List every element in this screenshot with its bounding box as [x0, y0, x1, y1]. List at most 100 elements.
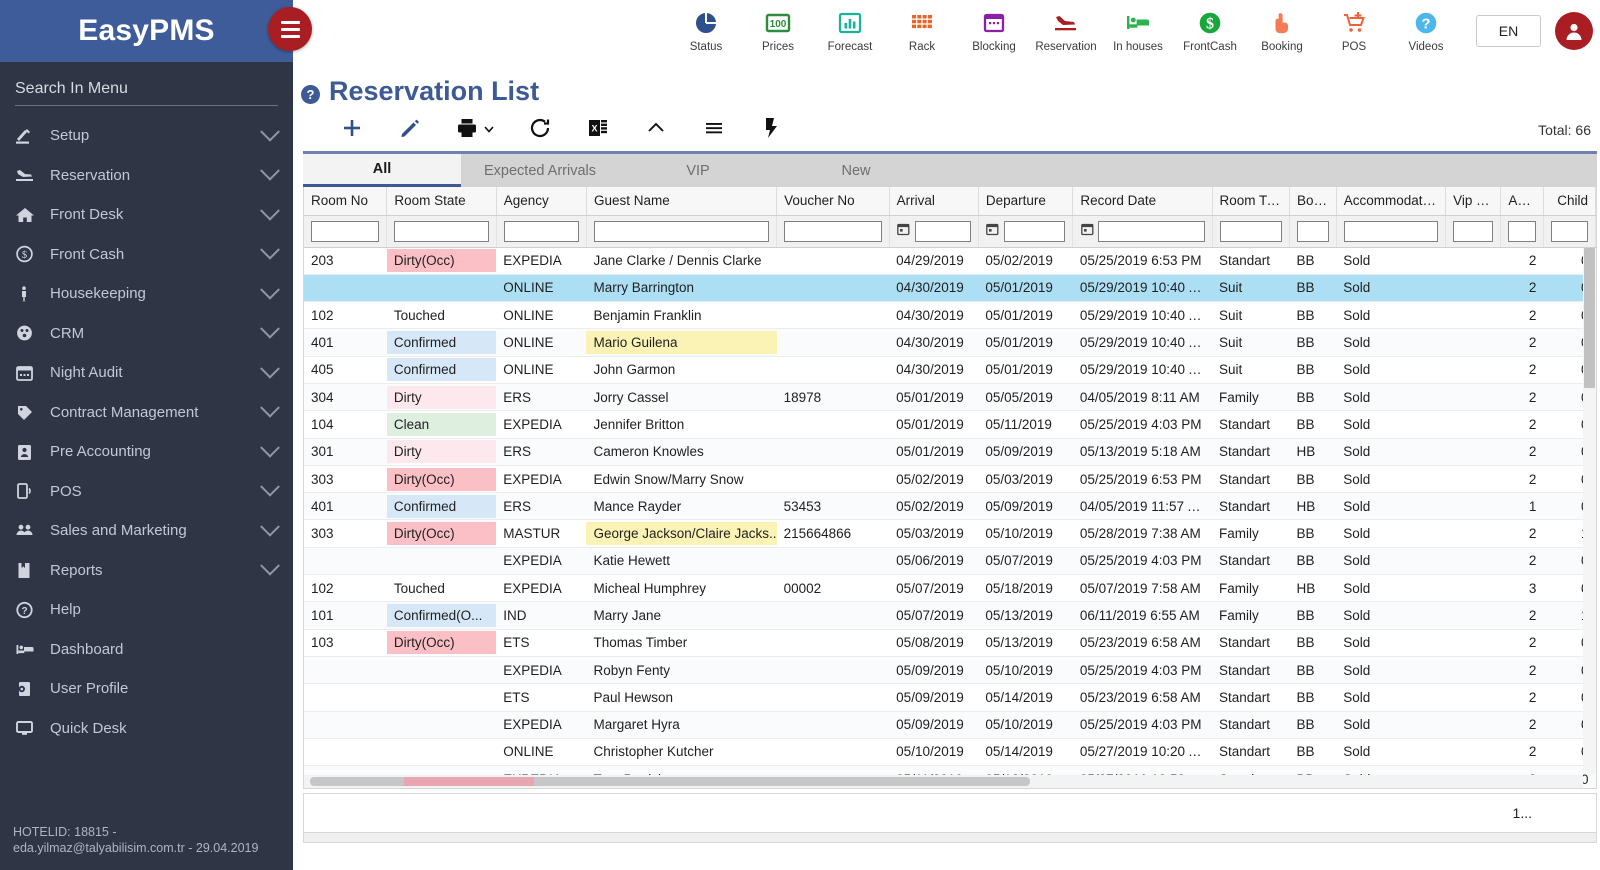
- table-row[interactable]: 104 Clean EXPEDIA Jennifer Britton 05/01/201…: [304, 410, 1596, 439]
- shortcut-blocking[interactable]: Blocking: [958, 2, 1030, 60]
- sidebar-item-front-cash[interactable]: $ Front Cash: [0, 235, 293, 275]
- column-header-record_date[interactable]: Record Date: [1072, 187, 1213, 216]
- sidebar-item-dashboard[interactable]: Dashboard: [0, 630, 293, 670]
- filter-input-child[interactable]: [1550, 220, 1588, 242]
- shortcut-reservation[interactable]: Reservation: [1030, 2, 1102, 60]
- table-row[interactable]: EXPEDIA Katie Hewett 05/06/2019 05/07/2019 0…: [304, 547, 1596, 576]
- filter-input-accommodation[interactable]: [1343, 220, 1439, 242]
- page-number[interactable]: 1...: [1513, 805, 1532, 821]
- column-header-guest_name[interactable]: Guest Name: [586, 187, 778, 216]
- table-row[interactable]: ETS Paul Hewson 05/09/2019 05/14/2019 05/23/…: [304, 683, 1596, 712]
- column-header-room_type[interactable]: Room Type: [1212, 187, 1291, 216]
- filter-input-room_no[interactable]: [311, 220, 380, 242]
- table-row[interactable]: 102 Touched ONLINE Benjamin Franklin 04/30/2…: [304, 301, 1596, 330]
- sidebar-item-sales-and-marketing[interactable]: Sales and Marketing: [0, 511, 293, 551]
- help-icon[interactable]: ?: [301, 84, 320, 104]
- filter-input-voucher_no[interactable]: [784, 220, 882, 242]
- filter-input-board[interactable]: [1297, 220, 1329, 242]
- filter-input-room_type[interactable]: [1219, 220, 1283, 242]
- filter-input-record_date[interactable]: [1098, 220, 1205, 242]
- column-header-arrival[interactable]: Arrival: [889, 187, 979, 216]
- column-header-voucher_no[interactable]: Voucher No: [776, 187, 890, 216]
- table-row[interactable]: EXPEDIA Margaret Hyra 05/09/2019 05/10/2019…: [304, 711, 1596, 739]
- column-header-departure[interactable]: Departure: [978, 187, 1074, 216]
- column-header-child[interactable]: Child: [1543, 187, 1596, 216]
- sidebar-item-pre-accounting[interactable]: Pre Accounting: [0, 432, 293, 472]
- shortcut-status[interactable]: Status: [670, 2, 742, 60]
- sidebar-item-crm[interactable]: CRM: [0, 314, 293, 354]
- sidebar-item-help[interactable]: ? Help: [0, 590, 293, 630]
- table-row[interactable]: 103 Dirty(Occ) ETS Thomas Timber 05/08/2019 0…: [304, 629, 1596, 657]
- table-row[interactable]: 401 Confirmed ONLINE Mario Guilena 04/30/201…: [304, 328, 1596, 357]
- column-header-agency[interactable]: Agency: [496, 187, 587, 216]
- vertical-scrollbar[interactable]: [1583, 248, 1596, 774]
- add-button[interactable]: [323, 112, 381, 150]
- user-avatar-icon[interactable]: [1555, 11, 1593, 50]
- table-row[interactable]: 203 Dirty(Occ) EXPEDIA Jane Clarke / Dennis…: [304, 247, 1596, 275]
- filter-input-guest_name[interactable]: [593, 220, 770, 242]
- sidebar-item-reports[interactable]: Reports: [0, 551, 293, 591]
- filter-input-room_state[interactable]: [394, 220, 489, 242]
- sidebar-item-housekeeping[interactable]: Housekeeping: [0, 274, 293, 314]
- excel-button[interactable]: X: [569, 112, 627, 150]
- sidebar-item-quick-desk[interactable]: Quick Desk: [0, 709, 293, 749]
- tab-all[interactable]: All: [303, 154, 461, 187]
- menu-button[interactable]: [685, 112, 743, 150]
- table-row[interactable]: 405 Confirmed ONLINE John Garmon 04/30/2019 0…: [304, 356, 1596, 384]
- collapse-button[interactable]: [627, 112, 685, 150]
- table-row[interactable]: 301 Dirty ERS Cameron Knowles 05/01/2019 05/0…: [304, 438, 1596, 466]
- shortcut-forecast[interactable]: Forecast: [814, 2, 886, 60]
- menu-search-input[interactable]: Search In Menu: [15, 80, 278, 106]
- edit-button[interactable]: [381, 112, 439, 150]
- sidebar-item-contract-management[interactable]: Contract Management: [0, 393, 293, 433]
- vertical-scroll-thumb[interactable]: [1584, 248, 1595, 388]
- calendar-icon[interactable]: [897, 223, 911, 239]
- shortcut-prices[interactable]: 100 Prices: [742, 2, 814, 60]
- language-selector[interactable]: EN: [1476, 14, 1541, 47]
- filter-input-departure[interactable]: [1003, 220, 1066, 242]
- calendar-icon[interactable]: [1080, 223, 1094, 239]
- tab-expected-arrivals[interactable]: Expected Arrivals: [461, 154, 619, 187]
- print-button[interactable]: [439, 112, 511, 150]
- column-header-adult[interactable]: Adult: [1500, 187, 1544, 216]
- shortcut-rack[interactable]: Rack: [886, 2, 958, 60]
- table-row[interactable]: 101 Confirmed(O... IND Marry Jane 05/07/2019…: [304, 601, 1596, 630]
- filter-input-arrival[interactable]: [914, 220, 971, 242]
- column-header-vip_type[interactable]: Vip Type: [1445, 187, 1502, 216]
- quick-button[interactable]: [743, 112, 801, 150]
- table-row[interactable]: ONLINE Marry Barrington 04/30/2019 05/01/20…: [304, 274, 1596, 303]
- sidebar-item-setup[interactable]: Setup: [0, 116, 293, 156]
- shortcut-videos[interactable]: ? Videos: [1390, 2, 1462, 60]
- table-row[interactable]: 102 Touched EXPEDIA Micheal Humphrey 00002 05…: [304, 574, 1596, 603]
- hamburger-icon[interactable]: [268, 7, 312, 51]
- cell-voucher_no: [776, 356, 890, 384]
- sidebar-item-user-profile[interactable]: User Profile: [0, 669, 293, 709]
- shortcut-booking[interactable]: Booking: [1246, 2, 1318, 60]
- shortcut-in-houses[interactable]: In houses: [1102, 2, 1174, 60]
- sidebar-item-reservation[interactable]: Reservation: [0, 156, 293, 196]
- table-row[interactable]: 304 Dirty ERS Jorry Cassel 18978 05/01/2019 05…: [304, 383, 1596, 412]
- table-row[interactable]: 303 Dirty(Occ) MASTUR George Jackson/Claire…: [304, 519, 1596, 548]
- calendar-icon[interactable]: [986, 223, 1000, 239]
- column-header-accommodation[interactable]: Accommodation: [1336, 187, 1447, 216]
- filter-input-adult[interactable]: [1508, 220, 1536, 242]
- shortcut-pos[interactable]: POS: [1318, 2, 1390, 60]
- column-header-room_state[interactable]: Room State: [386, 187, 497, 216]
- tab-new[interactable]: New: [777, 154, 935, 187]
- table-row[interactable]: EXPEDIA Robyn Fenty 05/09/2019 05/10/2019 05…: [304, 656, 1596, 685]
- sidebar-item-front-desk[interactable]: Front Desk: [0, 195, 293, 235]
- filter-input-agency[interactable]: [503, 220, 579, 242]
- table-row[interactable]: 303 Dirty(Occ) EXPEDIA Edwin Snow/Marry Sno…: [304, 465, 1596, 494]
- table-row[interactable]: 401 Confirmed ERS Mance Rayder 53453 05/02/20…: [304, 492, 1596, 521]
- shortcut-frontcash[interactable]: $ FrontCash: [1174, 2, 1246, 60]
- filter-input-vip_type[interactable]: [1453, 220, 1494, 242]
- tab-vip[interactable]: VIP: [619, 154, 777, 187]
- sidebar-item-pos[interactable]: POS: [0, 472, 293, 512]
- column-header-room_no[interactable]: Room No: [304, 187, 388, 216]
- column-header-board[interactable]: Board: [1289, 187, 1337, 216]
- sidebar-item-night-audit[interactable]: Night Audit: [0, 353, 293, 393]
- table-row[interactable]: ONLINE Christopher Kutcher 05/10/2019 05/14…: [304, 738, 1596, 767]
- bed-icon: [1125, 8, 1151, 38]
- refresh-button[interactable]: [511, 112, 569, 150]
- horizontal-scrollbar[interactable]: [304, 775, 1583, 788]
